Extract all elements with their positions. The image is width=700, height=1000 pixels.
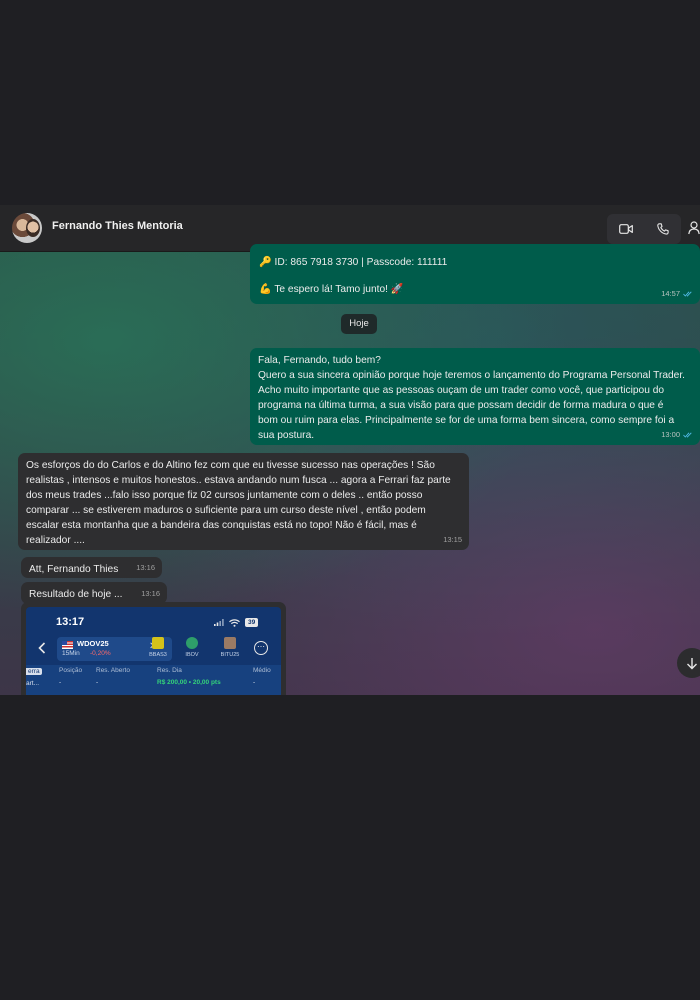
- message-outgoing[interactable]: Fala, Fernando, tudo bem? Quero a sua si…: [250, 348, 700, 445]
- scroll-to-bottom-button[interactable]: [677, 648, 700, 678]
- phone-clock: 13:17: [56, 616, 85, 628]
- col-posicao: Posição: [59, 667, 83, 674]
- image-message[interactable]: 13:17 39 WDOV25 15Min -0,20% BBAS3 IBOV …: [21, 602, 286, 695]
- val-res-dia: R$ 200,00 • 20,00 pts: [157, 679, 221, 686]
- message-text: 💪 Te espero lá! Tamo junto! 🚀: [259, 284, 404, 295]
- date-divider: Hoje: [341, 314, 377, 334]
- ibov-icon: [186, 637, 198, 649]
- asset-interval: 15Min: [62, 650, 80, 657]
- contact-avatar[interactable]: [12, 213, 42, 243]
- message-incoming[interactable]: Resultado de hoje ... 13:16: [21, 582, 167, 604]
- message-text: Resultado de hoje ...: [29, 589, 123, 600]
- symbol-ibov[interactable]: IBOV: [177, 637, 207, 658]
- message-time: 13:16: [141, 589, 160, 598]
- contact-name[interactable]: Fernando Thies Mentoria: [52, 220, 183, 232]
- message-time: 13:16: [136, 563, 155, 572]
- message-time: 13:15: [443, 535, 462, 544]
- video-camera-icon: [619, 224, 633, 234]
- val-medio: -: [253, 679, 256, 686]
- message-time: 14:57: [661, 289, 680, 298]
- more-options-icon[interactable]: ⋯: [254, 641, 268, 655]
- message-text: Fala, Fernando, tudo bem? Quero a sua si…: [258, 355, 685, 441]
- person-icon: [688, 221, 700, 235]
- message-incoming[interactable]: Os esforços do do Carlos e do Altino fez…: [18, 453, 469, 550]
- chat-area[interactable]: 🔑 ID: 865 7918 3730 | Passcode: 111111 💪…: [0, 244, 700, 695]
- contact-info-button[interactable]: [688, 221, 700, 240]
- val-res-aberto: -: [96, 679, 99, 686]
- side-sub: art...: [26, 680, 40, 687]
- double-check-icon: [683, 431, 692, 438]
- us-flag-icon: [62, 641, 73, 649]
- bbas3-icon: [152, 637, 164, 649]
- col-medio: Médio: [253, 667, 271, 674]
- message-incoming[interactable]: Att, Fernando Thies 13:16: [21, 557, 162, 578]
- col-res-aberto: Res. Aberto: [96, 667, 130, 674]
- symbol-label: BBAS3: [149, 652, 167, 658]
- bitu25-icon: [224, 637, 236, 649]
- message-text: 🔑 ID: 865 7918 3730 | Passcode: 111111: [259, 257, 448, 268]
- symbol-bbas3[interactable]: BBAS3: [143, 637, 173, 658]
- wifi-icon: [229, 618, 240, 627]
- res-dia-value: R$ 200,00 • 20,00 pts: [157, 679, 221, 686]
- signal-icon: [214, 619, 224, 626]
- double-check-icon: [683, 290, 692, 297]
- message-text: Os esforços do do Carlos e do Altino fez…: [26, 460, 451, 546]
- message-meta: 14:57: [661, 286, 693, 301]
- col-res-dia: Res. Dia: [157, 667, 182, 674]
- asset-change: -0,20%: [90, 650, 111, 657]
- symbol-label: IBOV: [185, 652, 199, 658]
- message-time: 13:00: [661, 430, 680, 439]
- message-meta: 13:00: [661, 427, 693, 442]
- val-posicao: -: [59, 679, 62, 686]
- symbol-label: BITU25: [220, 652, 240, 658]
- battery-icon: 39: [245, 618, 259, 627]
- chevron-left-icon[interactable]: [38, 642, 46, 654]
- video-call-button[interactable]: [607, 214, 645, 244]
- phone-icon: [657, 223, 669, 235]
- symbol-bitu25[interactable]: BITU25: [215, 637, 245, 658]
- voice-call-button[interactable]: [645, 214, 681, 244]
- chat-window: Fernando Thies Mentoria 🔑 ID: 865 7918 3…: [0, 205, 700, 695]
- message-outgoing[interactable]: 🔑 ID: 865 7918 3730 | Passcode: 111111 💪…: [250, 244, 700, 304]
- trading-app-screenshot[interactable]: 13:17 39 WDOV25 15Min -0,20% BBAS3 IBOV …: [26, 607, 281, 695]
- asset-ticker: WDOV25: [77, 639, 109, 648]
- phone-status-bar: 39: [214, 618, 259, 627]
- arrow-down-icon: [687, 657, 697, 669]
- side-tab[interactable]: erra: [26, 668, 42, 675]
